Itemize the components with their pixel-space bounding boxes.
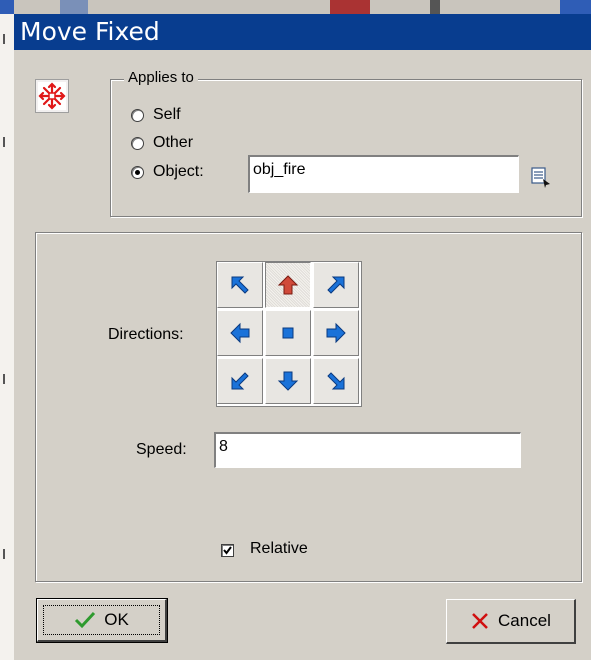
window-title: Move Fixed [20, 17, 160, 46]
direction-stop-button[interactable] [265, 310, 311, 356]
arrow-up-right-icon [327, 276, 345, 294]
background-window-strip [0, 0, 591, 14]
direction-up-button[interactable] [265, 262, 311, 308]
direction-down-left-button[interactable] [217, 358, 263, 404]
checkmark-icon [223, 546, 232, 555]
arrow-up-icon [277, 275, 299, 295]
arrow-down-left-icon [231, 372, 249, 390]
move-fixed-action-icon [35, 79, 69, 113]
arrow-down-icon [277, 371, 299, 391]
radio-other-button[interactable] [131, 136, 144, 150]
arrow-down-right-icon [327, 372, 345, 390]
direction-right-button[interactable] [313, 310, 359, 356]
radio-other-label: Other [153, 134, 194, 151]
speed-field[interactable]: 8 [214, 432, 521, 468]
applies-to-legend: Applies to [124, 69, 198, 86]
radio-object-label: Object: [153, 163, 204, 180]
direction-left-button[interactable] [217, 310, 263, 356]
object-field[interactable]: obj_fire [248, 155, 519, 193]
arrow-right-icon [326, 322, 346, 344]
radio-self-label: Self [153, 106, 181, 123]
close-icon [472, 613, 488, 629]
radio-object[interactable]: Object: [131, 163, 204, 181]
direction-down-right-button[interactable] [313, 358, 359, 404]
arrow-up-left-icon [231, 276, 249, 294]
move-fixed-dialog: Move Fixed Applies to Self Other Object:… [0, 0, 591, 660]
directions-label: Directions: [108, 326, 184, 343]
radio-self[interactable]: Self [131, 106, 181, 124]
background-window-edge [0, 14, 14, 660]
ok-button[interactable]: OK [36, 598, 168, 643]
radio-other[interactable]: Other [131, 134, 193, 152]
direction-down-button[interactable] [265, 358, 311, 404]
direction-up-right-button[interactable] [313, 262, 359, 308]
radio-object-button[interactable] [131, 165, 144, 179]
speed-label: Speed: [136, 441, 187, 458]
radio-self-button[interactable] [131, 108, 144, 122]
directions-grid [216, 261, 362, 407]
relative-checkbox[interactable] [221, 544, 234, 557]
arrow-left-icon [230, 322, 250, 344]
title-bar[interactable]: Move Fixed [14, 14, 591, 50]
cancel-label: Cancel [498, 611, 551, 630]
direction-up-left-button[interactable] [217, 262, 263, 308]
ok-focus-rect [43, 605, 160, 635]
relative-label[interactable]: Relative [250, 540, 308, 558]
cancel-button[interactable]: Cancel [446, 599, 576, 644]
object-picker-icon[interactable] [530, 166, 552, 188]
stop-square-icon [282, 327, 294, 339]
